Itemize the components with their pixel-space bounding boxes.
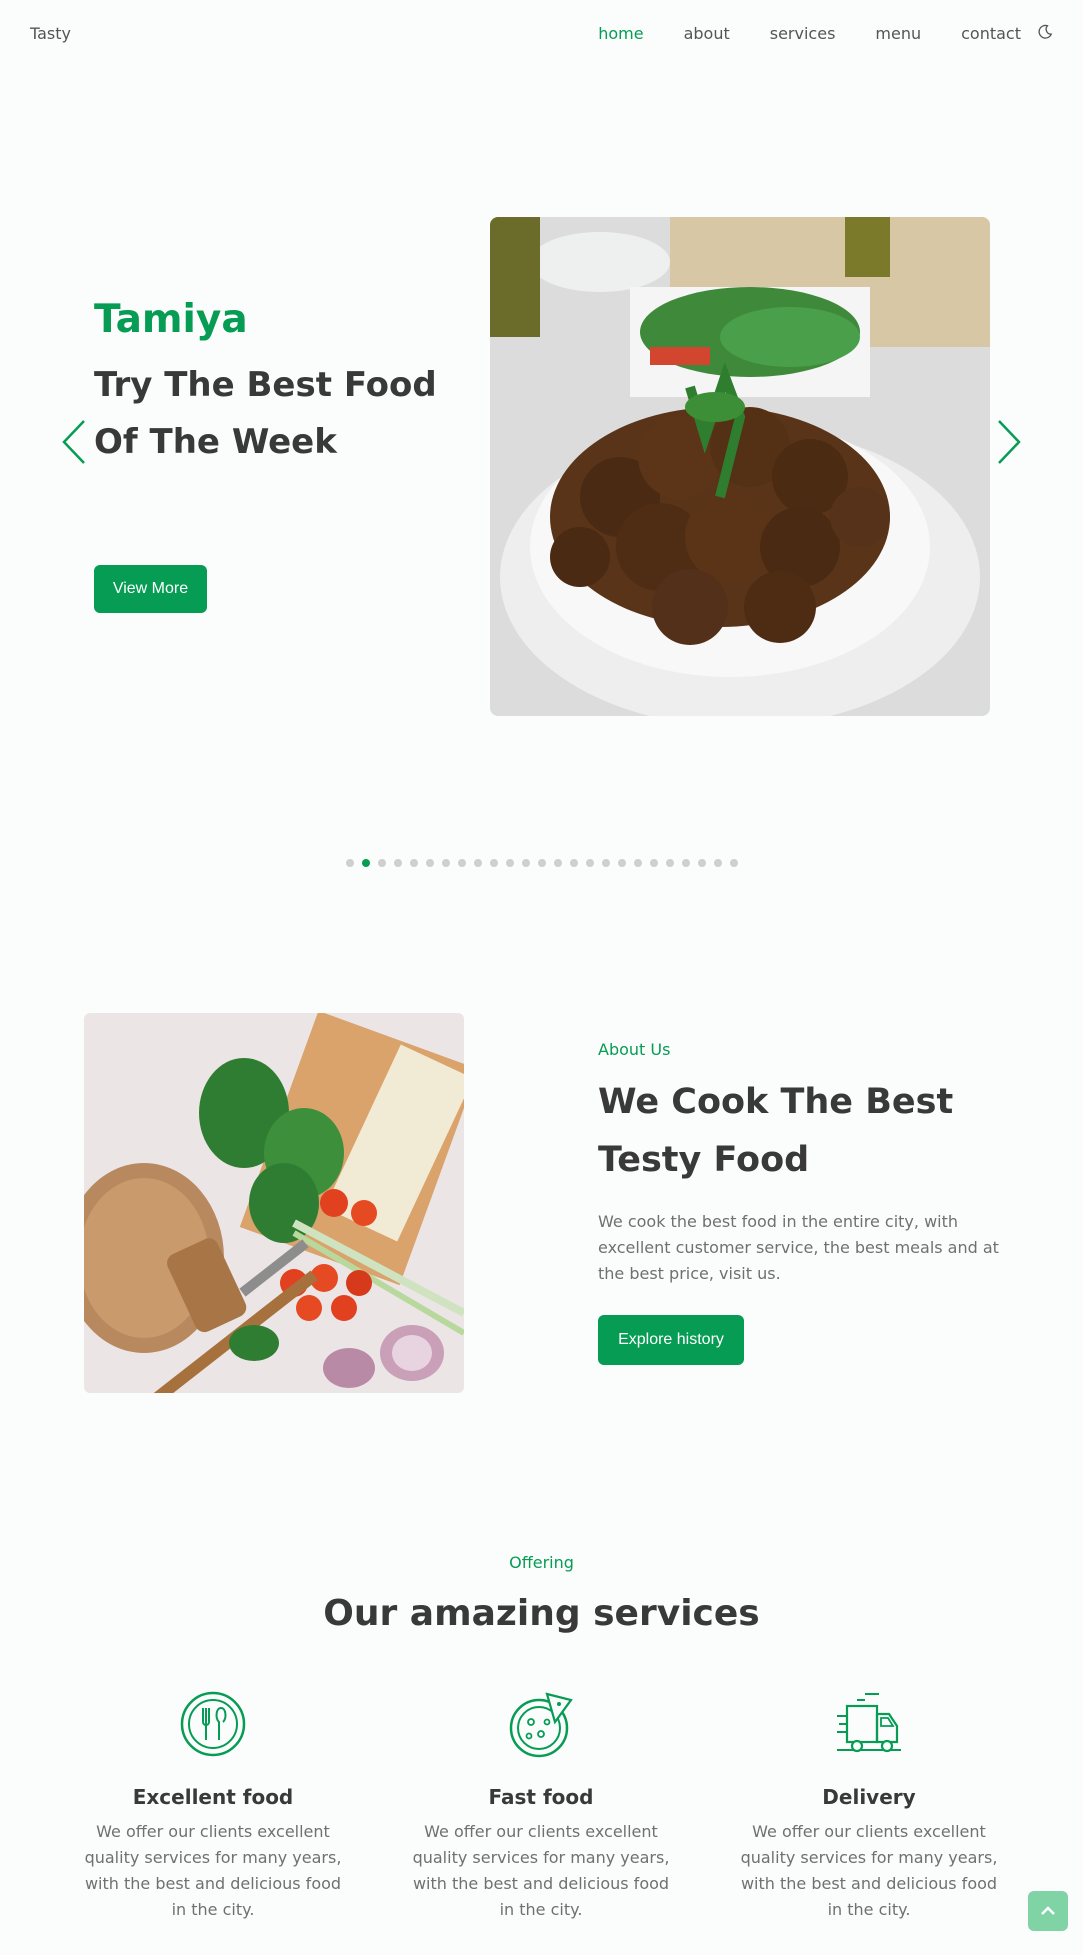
service-title: Excellent food — [132, 1785, 294, 1809]
service-card-delivery: Delivery We offer our clients excellent … — [734, 1690, 1004, 1923]
chevron-left-icon[interactable] — [60, 418, 90, 466]
chevron-right-icon[interactable] — [993, 418, 1023, 466]
view-more-button[interactable]: View More — [94, 565, 207, 613]
hero-title: Try The Best Food Of The Week — [94, 365, 437, 462]
scroll-top-button[interactable] — [1028, 1891, 1068, 1931]
service-description: We offer our clients excellent quality s… — [412, 1822, 670, 1919]
slider-dot[interactable] — [346, 859, 354, 867]
slider-dot[interactable] — [714, 859, 722, 867]
service-card-excellent-food: Excellent food We offer our clients exce… — [78, 1690, 348, 1923]
slider-dot[interactable] — [634, 859, 642, 867]
slider-dot[interactable] — [426, 859, 434, 867]
about-text: About Us We Cook The Best Testy Food We … — [598, 1040, 1008, 1287]
about-subtitle: About Us — [598, 1040, 671, 1059]
service-title: Fast food — [488, 1785, 594, 1809]
chevron-up-icon — [1041, 1906, 1055, 1915]
about-description: We cook the best food in the entire city… — [598, 1212, 999, 1283]
slider-dot[interactable] — [458, 859, 466, 867]
explore-history-button[interactable]: Explore history — [598, 1315, 744, 1365]
services-title: Our amazing services — [323, 1593, 760, 1634]
slider-dot[interactable] — [442, 859, 450, 867]
slider-dot[interactable] — [538, 859, 546, 867]
slider-dot[interactable] — [650, 859, 658, 867]
slider-dot[interactable] — [378, 859, 386, 867]
hero-slider: Tamiya Try The Best Food Of The Week Vie… — [0, 0, 1083, 900]
hero-text: Tamiya Try The Best Food Of The Week — [94, 295, 474, 471]
about-title: We Cook The Best Testy Food — [598, 1082, 954, 1180]
slider-dots — [346, 859, 738, 867]
slider-dot[interactable] — [618, 859, 626, 867]
hero-subtitle: Tamiya — [94, 297, 248, 342]
slider-dot[interactable] — [506, 859, 514, 867]
dining-icon — [180, 1691, 246, 1757]
slider-dot[interactable] — [394, 859, 402, 867]
slider-dot[interactable] — [410, 859, 418, 867]
slider-dot[interactable] — [474, 859, 482, 867]
service-card-fast-food: Fast food We offer our clients excellent… — [406, 1690, 676, 1923]
slider-dot[interactable] — [698, 859, 706, 867]
services-subtitle: Offering — [509, 1553, 574, 1572]
hero-food-image — [490, 217, 990, 716]
slider-dot[interactable] — [730, 859, 738, 867]
slider-dot[interactable] — [602, 859, 610, 867]
slider-dot[interactable] — [490, 859, 498, 867]
service-title: Delivery — [822, 1785, 916, 1809]
pizza-icon — [509, 1692, 573, 1758]
delivery-truck-icon — [837, 1693, 901, 1753]
slider-dot[interactable] — [362, 859, 370, 867]
service-description: We offer our clients excellent quality s… — [740, 1822, 998, 1919]
slider-dot[interactable] — [586, 859, 594, 867]
slider-dot[interactable] — [554, 859, 562, 867]
slider-dot[interactable] — [682, 859, 690, 867]
service-description: We offer our clients excellent quality s… — [84, 1822, 342, 1919]
about-image — [84, 1013, 464, 1393]
slider-dot[interactable] — [570, 859, 578, 867]
slider-dot[interactable] — [522, 859, 530, 867]
slider-dot[interactable] — [666, 859, 674, 867]
